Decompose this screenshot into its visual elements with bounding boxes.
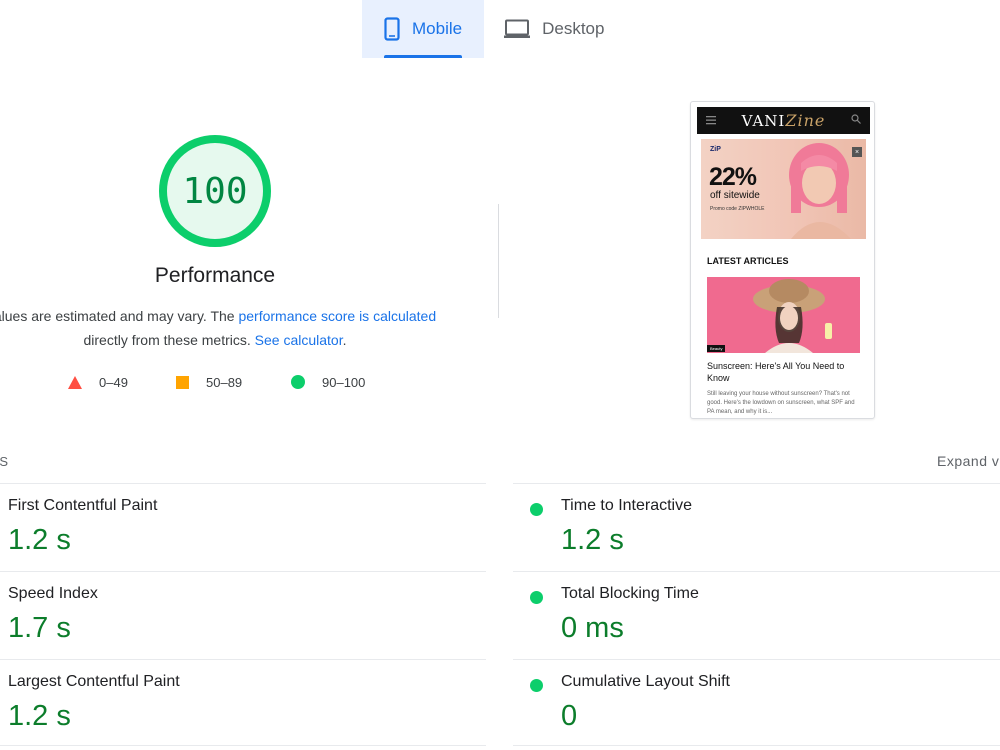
average-square-icon: [176, 375, 189, 389]
legend-fail-label: 0–49: [99, 374, 128, 390]
article-title: Sunscreen: Here's All You Need to Know: [707, 361, 845, 383]
legend-item-pass: 90–100: [291, 372, 365, 392]
metric-name: Cumulative Layout Shift: [561, 673, 730, 690]
tab-desktop[interactable]: Desktop: [484, 0, 626, 58]
score-legend: 0–49 50–89 90–100: [0, 372, 500, 392]
metrics-label: RICS: [0, 454, 10, 469]
metrics-header: RICS Expand view: [0, 453, 1000, 473]
ad-off-text: off sitewide: [710, 190, 760, 201]
expand-view-toggle[interactable]: Expand view: [937, 453, 1000, 469]
metric-cumulative-layout-shift: Cumulative Layout Shift 0: [513, 659, 1000, 747]
device-tabs: Mobile Desktop: [362, 0, 626, 58]
fail-triangle-icon: [68, 375, 82, 389]
ad-banner: ZiP 22% off sitewide Promo code ZIPWHOLE…: [701, 139, 866, 239]
pagespeed-report: Mobile Desktop 100 Performance alues are…: [0, 0, 1000, 750]
metric-total-blocking-time: Total Blocking Time 0 ms: [513, 571, 1000, 659]
article-excerpt: Still leaving your house without sunscre…: [707, 391, 855, 415]
legend-item-average: 50–89: [176, 372, 242, 392]
divider: [0, 745, 486, 746]
final-screenshot[interactable]: VANIZine ZiP 22% off sitewide Promo code…: [690, 101, 875, 419]
ad-brand: ZiP: [710, 146, 721, 153]
desc-text-3: .: [342, 332, 347, 348]
pass-circle-icon: [530, 591, 543, 604]
site-logo-script: Zine: [785, 111, 826, 130]
site-logo-main: VANI: [741, 112, 786, 130]
latest-articles-heading: LATEST ARTICLES: [707, 256, 789, 266]
metric-value: 1.2 s: [561, 524, 624, 556]
divider: [513, 745, 1000, 746]
ad-promo-text: Promo code ZIPWHOLE: [710, 206, 765, 212]
metric-value: 0 ms: [561, 612, 624, 644]
pass-circle-icon: [530, 503, 543, 516]
hamburger-menu-icon: [706, 116, 716, 125]
article-image: [707, 277, 860, 353]
score-calculated-link[interactable]: performance score is calculated: [238, 308, 436, 324]
desc-text-1: alues are estimated and may vary. The: [0, 308, 239, 324]
ad-close-icon: ×: [852, 147, 862, 157]
metric-name: First Contentful Paint: [8, 497, 158, 514]
metric-name: Largest Contentful Paint: [8, 673, 180, 690]
see-calculator-link[interactable]: See calculator: [255, 332, 343, 348]
ad-percent: 22%: [709, 163, 757, 191]
legend-average-label: 50–89: [206, 374, 243, 390]
performance-gauge: 100: [158, 134, 272, 248]
metric-value: 1.2 s: [8, 524, 71, 556]
metric-speed-index: Speed Index 1.7 s: [0, 571, 486, 659]
legend-item-fail: 0–49: [68, 372, 128, 392]
performance-description: alues are estimated and may vary. The pe…: [0, 304, 460, 352]
desktop-icon: [504, 19, 531, 39]
performance-title: Performance: [154, 264, 276, 287]
pass-circle-icon: [530, 679, 543, 692]
site-header: VANIZine: [697, 107, 870, 134]
mobile-icon: [384, 17, 400, 41]
metric-name: Time to Interactive: [561, 497, 693, 514]
site-logo: VANIZine: [742, 111, 826, 130]
performance-score: 100: [182, 170, 248, 212]
section-divider: [498, 204, 499, 318]
search-icon: [851, 114, 861, 124]
metric-value: 0: [561, 700, 578, 732]
metric-time-to-interactive: Time to Interactive 1.2 s: [513, 483, 1000, 571]
legend-pass-label: 90–100: [322, 374, 366, 390]
tab-desktop-label: Desktop: [542, 19, 605, 38]
desc-text-2: directly from these metrics.: [83, 332, 255, 348]
metric-largest-contentful-paint: Largest Contentful Paint 1.2 s: [0, 659, 486, 747]
metric-value: 1.7 s: [8, 612, 71, 644]
metric-value: 1.2 s: [8, 700, 71, 732]
pass-circle-icon: [291, 375, 305, 389]
article-tag: Beauty: [707, 345, 726, 352]
metric-first-contentful-paint: First Contentful Paint 1.2 s: [0, 483, 486, 571]
tab-mobile[interactable]: Mobile: [362, 0, 485, 58]
tab-mobile-label: Mobile: [412, 19, 463, 38]
metric-name: Speed Index: [8, 585, 98, 602]
metric-name: Total Blocking Time: [561, 585, 699, 602]
